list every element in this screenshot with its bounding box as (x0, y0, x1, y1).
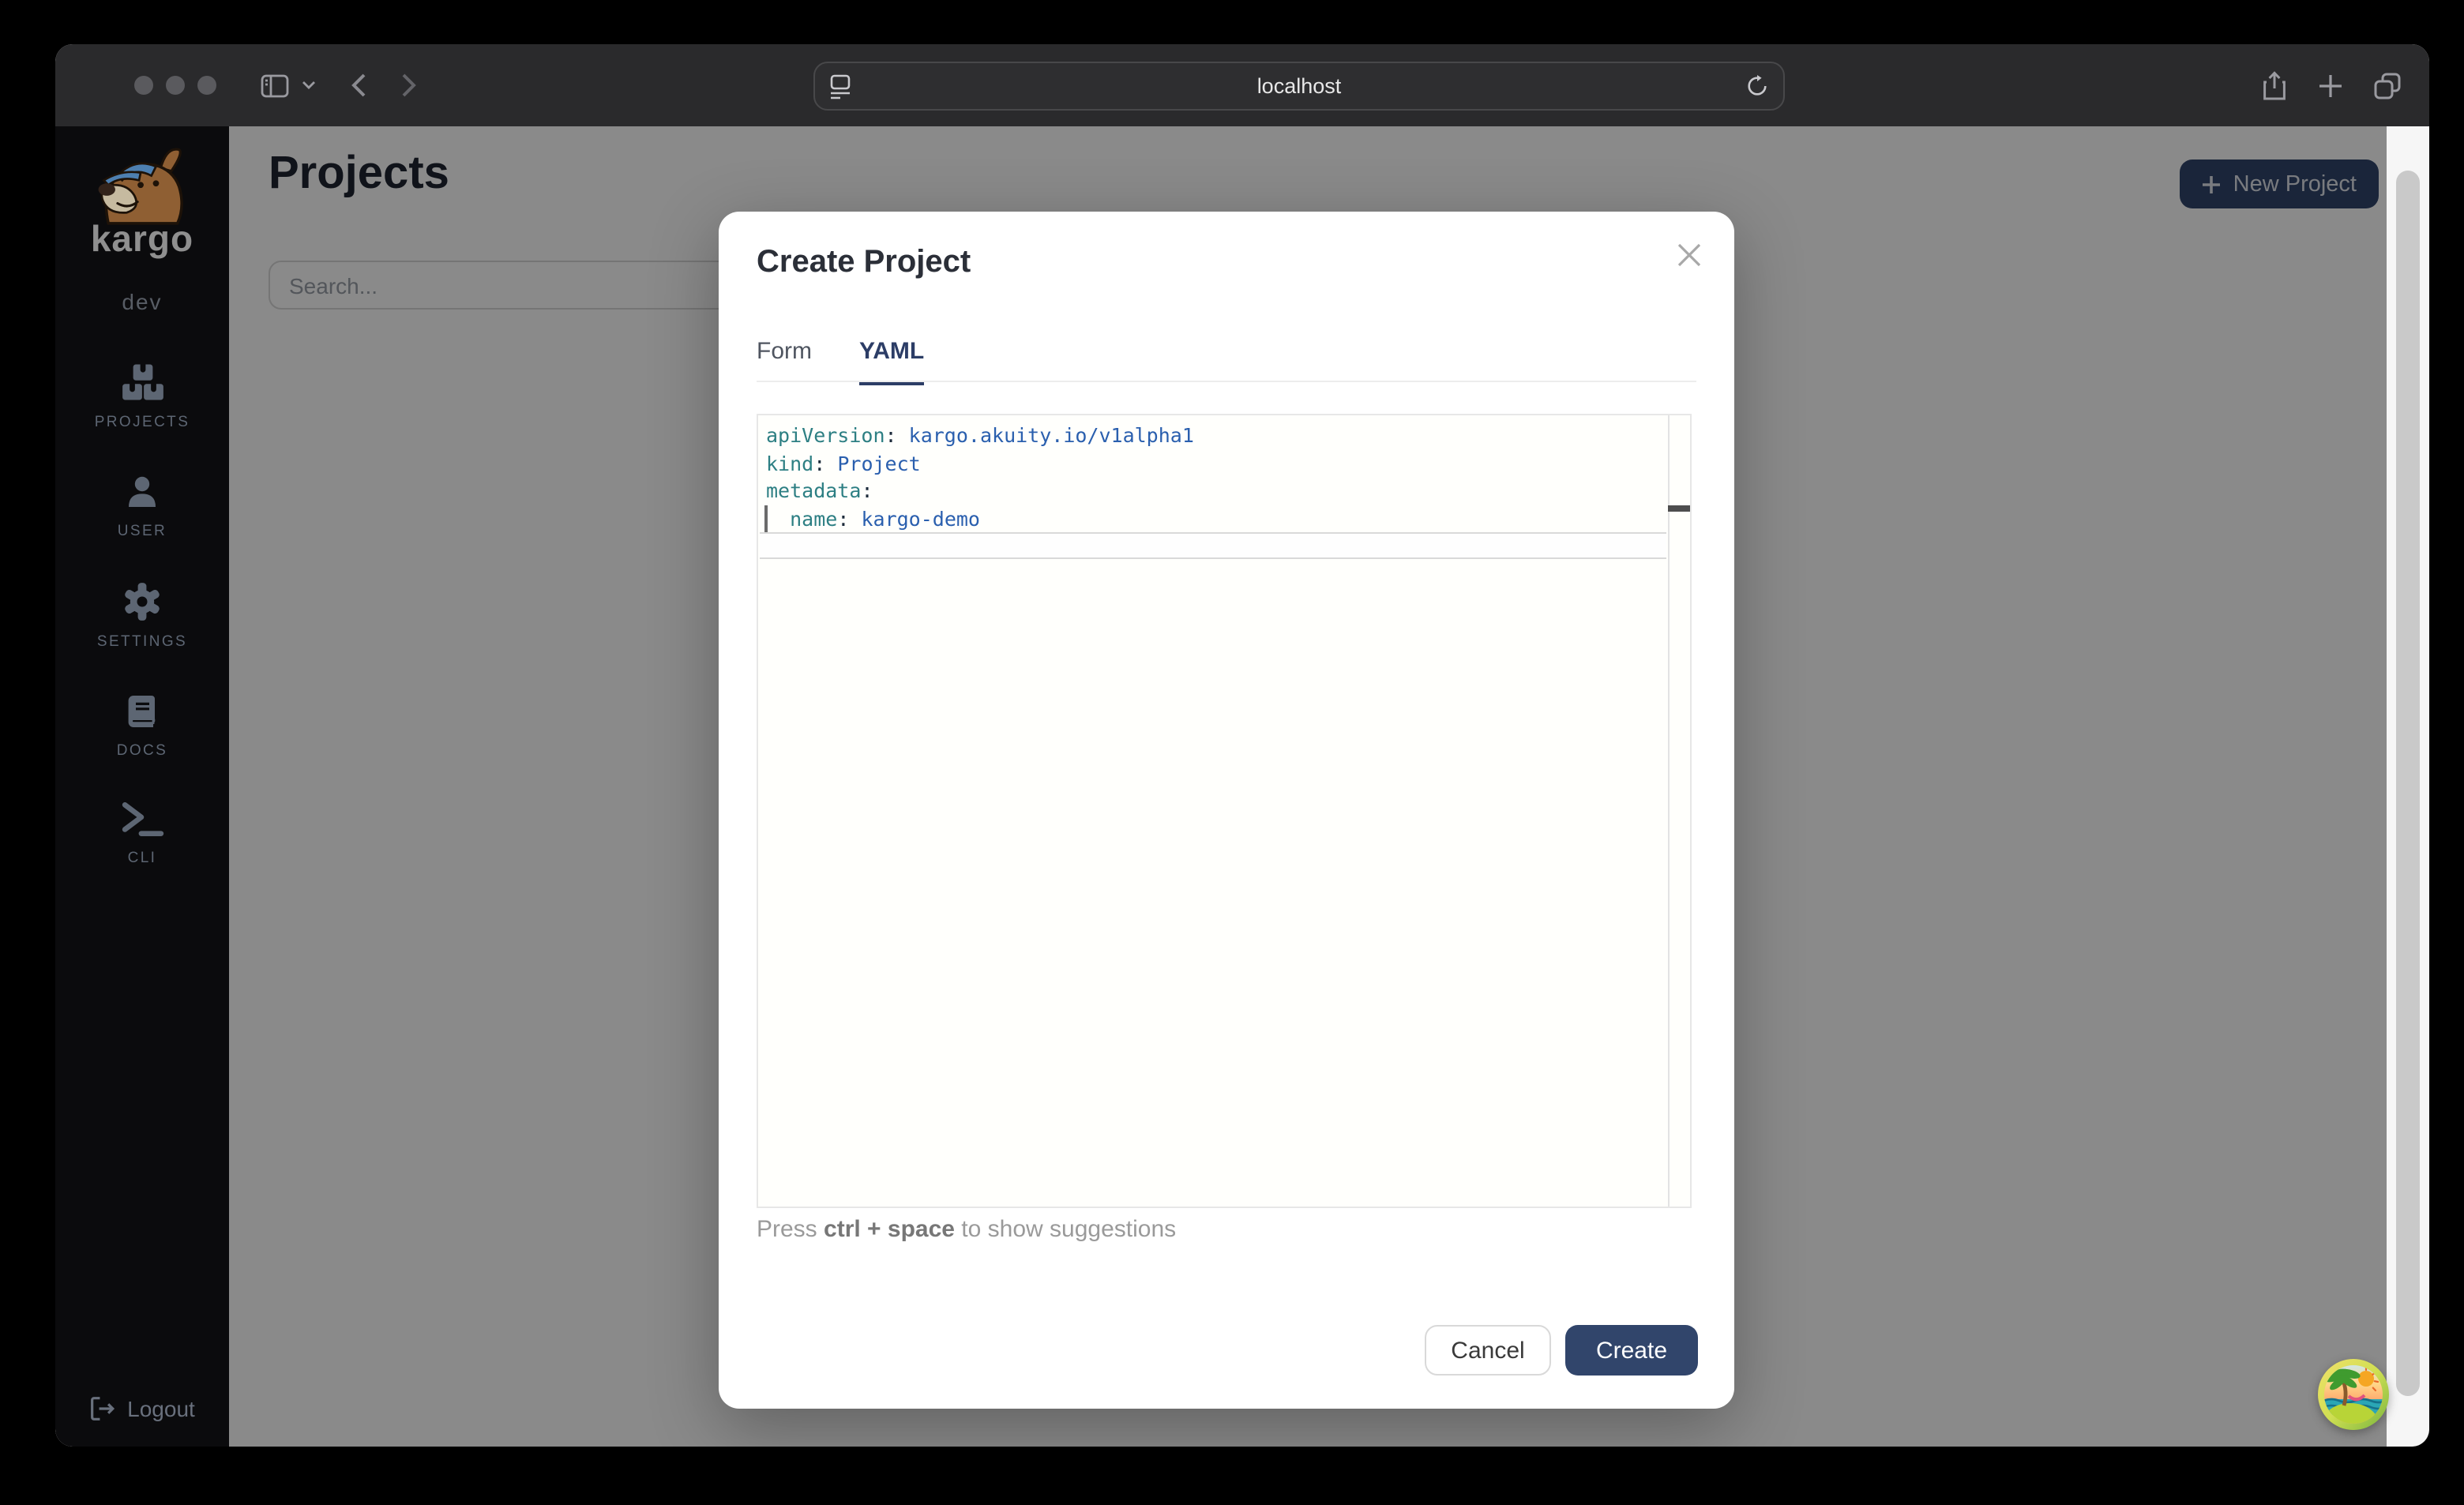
scrollbar-track[interactable] (2387, 126, 2429, 1447)
editor-cursor-marker (1668, 505, 1690, 512)
modal-tabs: Form YAML (757, 338, 924, 385)
sidebar-item-label: USER (118, 523, 167, 540)
logout-icon (89, 1396, 115, 1421)
refresh-icon[interactable] (1745, 74, 1769, 98)
logout-button[interactable]: Logout (55, 1396, 229, 1421)
zoom-window-icon[interactable] (197, 76, 216, 95)
sidebar-item-projects[interactable]: PROJECTS (71, 362, 213, 431)
scrollbar-thumb[interactable] (2396, 171, 2420, 1396)
back-icon[interactable] (351, 73, 366, 98)
packages-icon (121, 362, 163, 403)
modal-title: Create Project (757, 245, 971, 281)
sidebar-item-label: PROJECTS (95, 414, 190, 431)
editor-hint: Press ctrl + space to show suggestions (757, 1216, 1176, 1243)
create-button[interactable]: Create (1565, 1325, 1698, 1376)
book-icon (123, 692, 161, 731)
app-sidebar: kargo dev PROJECTS (55, 126, 229, 1447)
modal-actions: Cancel Create (1425, 1325, 1698, 1376)
close-icon[interactable] (1677, 243, 1701, 272)
sidebar-item-label: CLI (128, 850, 157, 867)
sidebar-item-label: SETTINGS (97, 633, 187, 651)
sidebar-item-label: DOCS (117, 742, 168, 760)
sidebar-item-docs[interactable]: DOCS (71, 692, 213, 760)
sidebar-item-cli[interactable]: CLI (71, 801, 213, 867)
share-icon[interactable] (2262, 70, 2287, 100)
sidebar-nav: PROJECTS USER (71, 362, 213, 867)
yaml-code: apiVersion: kargo.akuity.io/v1alpha1kind… (766, 422, 1665, 532)
tab-yaml[interactable]: YAML (859, 338, 924, 385)
kargo-logo[interactable]: kargo (87, 142, 197, 261)
sidebar-toggle-icon[interactable] (261, 73, 289, 97)
terminal-icon (121, 801, 163, 839)
url-text[interactable]: localhost (815, 74, 1783, 98)
island-icon (2317, 1358, 2390, 1431)
island-extension-badge[interactable] (2317, 1358, 2390, 1431)
tab-overview-icon[interactable] (2374, 72, 2401, 99)
gear-icon (122, 581, 163, 622)
user-icon (123, 472, 161, 512)
editor-cursor (764, 505, 768, 532)
close-window-icon[interactable] (134, 76, 153, 95)
editor-overview-ruler (1668, 415, 1690, 1207)
chevron-down-icon[interactable] (302, 81, 316, 90)
browser-toolbar: localhost (55, 44, 2429, 126)
minimize-window-icon[interactable] (166, 76, 185, 95)
cancel-button[interactable]: Cancel (1425, 1325, 1551, 1376)
address-bar[interactable]: localhost (813, 62, 1785, 111)
screenshot-stage: localhost (0, 0, 2464, 1505)
tabs-divider (757, 381, 1696, 382)
editor-current-line (760, 532, 1666, 559)
sidebar-item-settings[interactable]: SETTINGS (71, 581, 213, 651)
traffic-lights[interactable] (134, 76, 216, 95)
create-project-modal: Create Project Form YAML apiVersion: kar… (719, 212, 1734, 1409)
tab-form[interactable]: Form (757, 338, 812, 385)
env-label: dev (122, 289, 162, 314)
new-tab-icon[interactable] (2319, 73, 2342, 97)
kargo-wordmark: kargo (87, 218, 197, 261)
forward-icon[interactable] (401, 73, 417, 98)
sidebar-item-user[interactable]: USER (71, 472, 213, 540)
yaml-editor[interactable]: apiVersion: kargo.akuity.io/v1alpha1kind… (757, 414, 1692, 1208)
logout-label: Logout (127, 1396, 195, 1421)
